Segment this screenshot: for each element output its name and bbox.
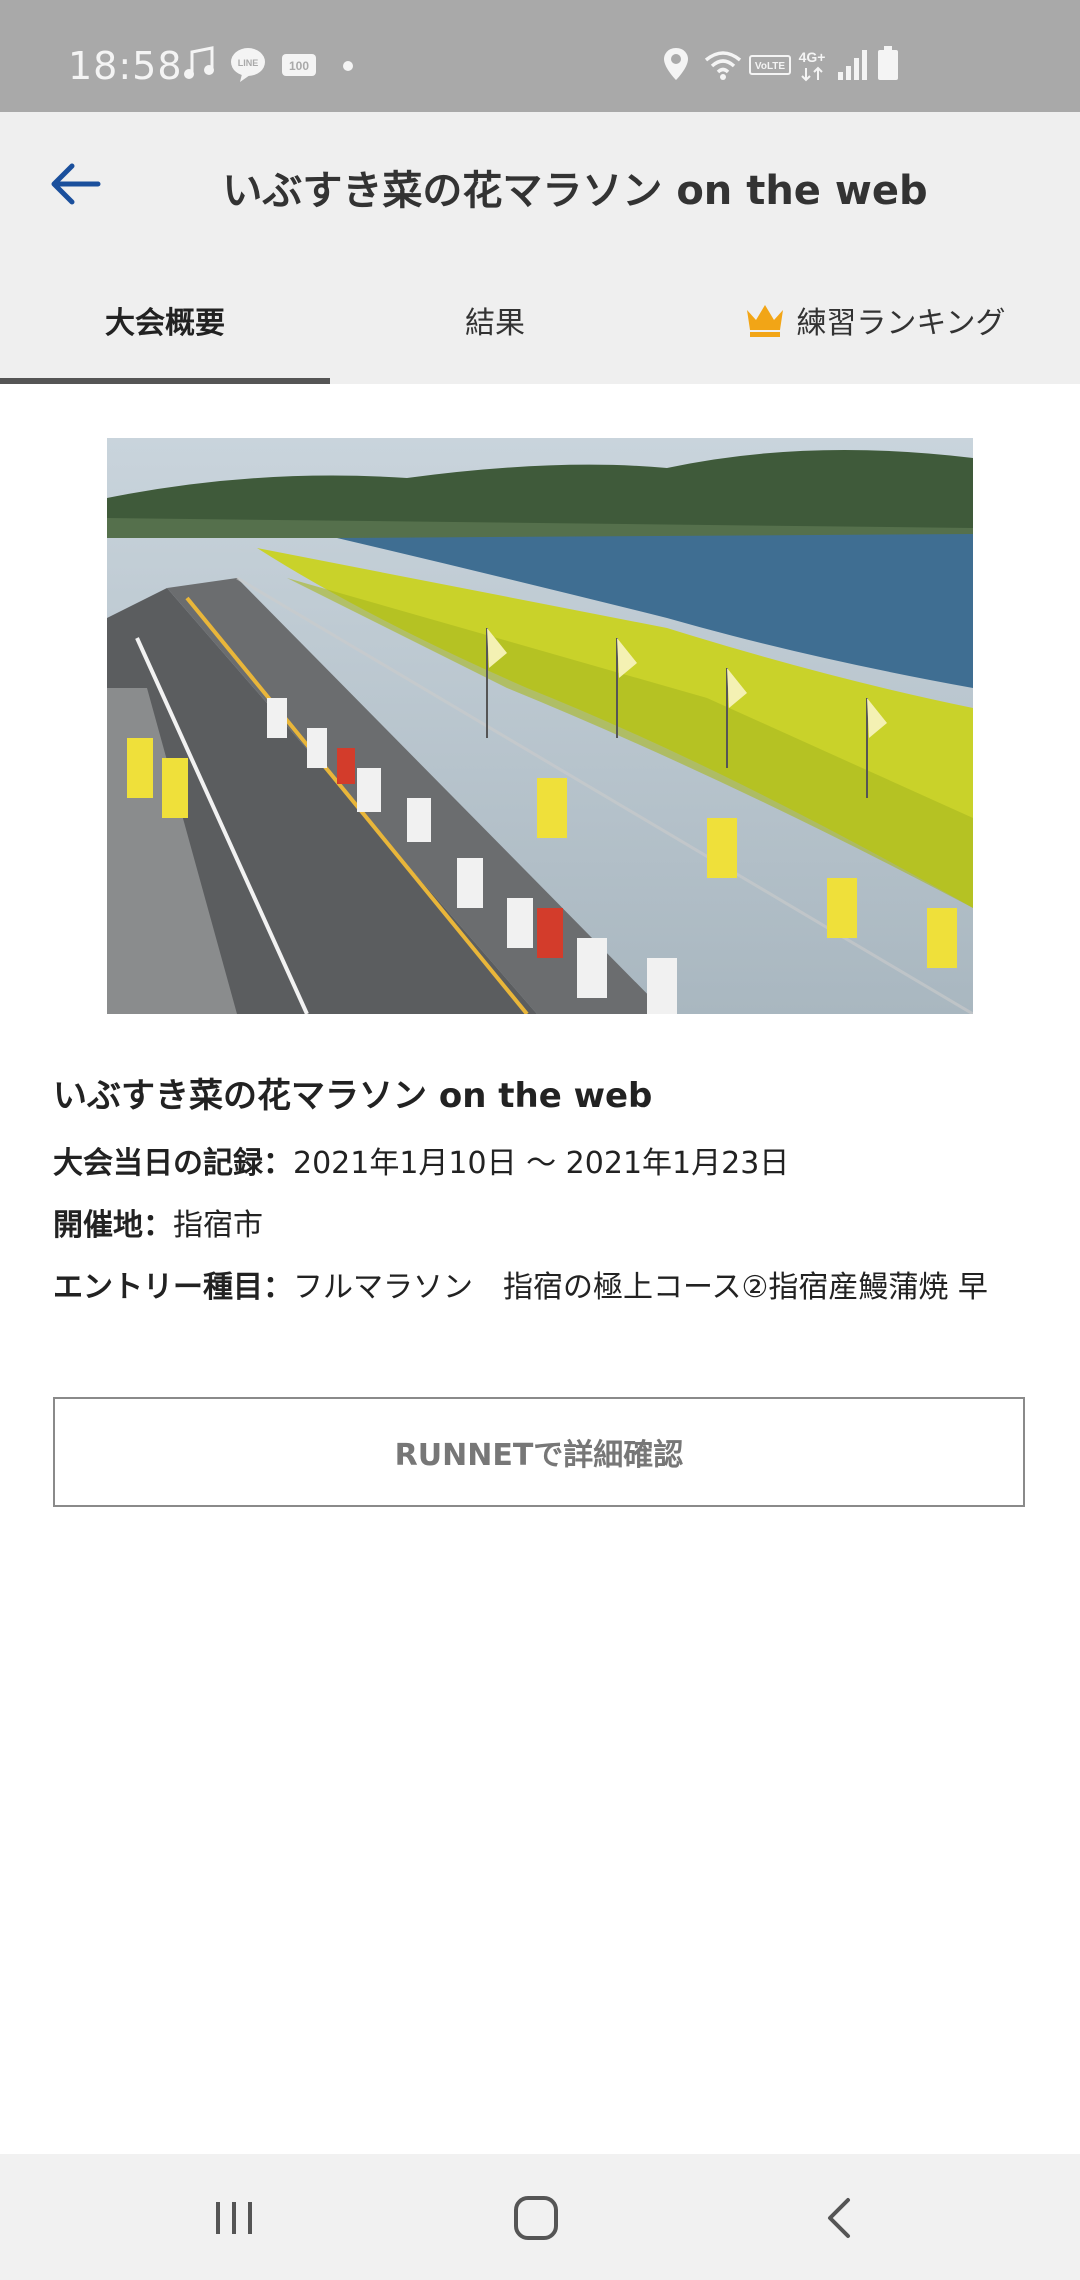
location-icon: [664, 48, 688, 80]
event-title: いぶすき菜の花マラソン on the web: [53, 1076, 653, 1116]
4g-icon: 4G+: [799, 49, 826, 82]
active-tab-indicator: [0, 378, 330, 384]
100-badge-icon: 100: [282, 54, 316, 76]
wifi-icon: [704, 51, 742, 80]
badge-label: 100: [289, 59, 309, 73]
page-title: いぶすき菜の花マラソン on the web: [222, 168, 928, 214]
tab-practice-ranking-label: 練習ランキング: [796, 306, 1006, 341]
status-time: 18:58: [68, 44, 183, 88]
crown-icon: [747, 305, 784, 337]
tab-results-label: 結果: [465, 306, 525, 341]
tab-practice-ranking[interactable]: 練習ランキング: [690, 256, 1060, 384]
app-bar: いぶすき菜の花マラソン on the web: [0, 112, 1080, 256]
network-label: 4G+: [799, 49, 826, 65]
tab-overview-label: 大会概要: [105, 306, 225, 341]
volte-label: VoLTE: [755, 61, 786, 72]
dot-icon: [343, 61, 353, 71]
line-icon: LINE: [231, 48, 265, 82]
event-entry-value: フルマラソン 指宿の極上コース②指宿産鰻蒲焼 早: [293, 1270, 988, 1305]
runnet-details-button[interactable]: RUNNETで詳細確認: [53, 1397, 1025, 1507]
system-nav-bar: [0, 2154, 1080, 2280]
line-icon-label: LINE: [238, 58, 259, 68]
event-entry-label: エントリー種目：: [53, 1270, 293, 1305]
event-hero-image: [107, 438, 973, 1014]
event-date-value: 2021年1月10日 〜 2021年1月23日: [293, 1146, 790, 1181]
event-venue-row: 開催地：指宿市: [53, 1200, 263, 1244]
home-icon[interactable]: [504, 2186, 568, 2250]
tab-overview[interactable]: 大会概要: [0, 256, 330, 384]
event-entry-row: エントリー種目：フルマラソン 指宿の極上コース②指宿産鰻蒲焼 早: [53, 1262, 1028, 1306]
runnet-details-button-label: RUNNETで詳細確認: [394, 1438, 684, 1473]
event-date-row: 大会当日の記録：2021年1月10日 〜 2021年1月23日: [53, 1138, 789, 1182]
recent-apps-icon[interactable]: [202, 2186, 266, 2250]
back-arrow-icon[interactable]: [44, 152, 108, 216]
event-venue-label: 開催地：: [53, 1208, 173, 1243]
signal-icon: [838, 50, 867, 80]
music-icon: [184, 46, 214, 79]
battery-icon: [878, 46, 898, 80]
tab-bar: 大会概要 結果 練習ランキング: [0, 256, 1080, 384]
event-date-label: 大会当日の記録：: [53, 1146, 293, 1181]
event-venue-value: 指宿市: [173, 1208, 263, 1243]
status-bar: 18:58 LINE 100 VoLTE 4G+: [0, 0, 1080, 112]
back-icon[interactable]: [808, 2186, 872, 2250]
volte-icon: VoLTE: [749, 55, 791, 75]
tab-results[interactable]: 結果: [330, 256, 660, 384]
